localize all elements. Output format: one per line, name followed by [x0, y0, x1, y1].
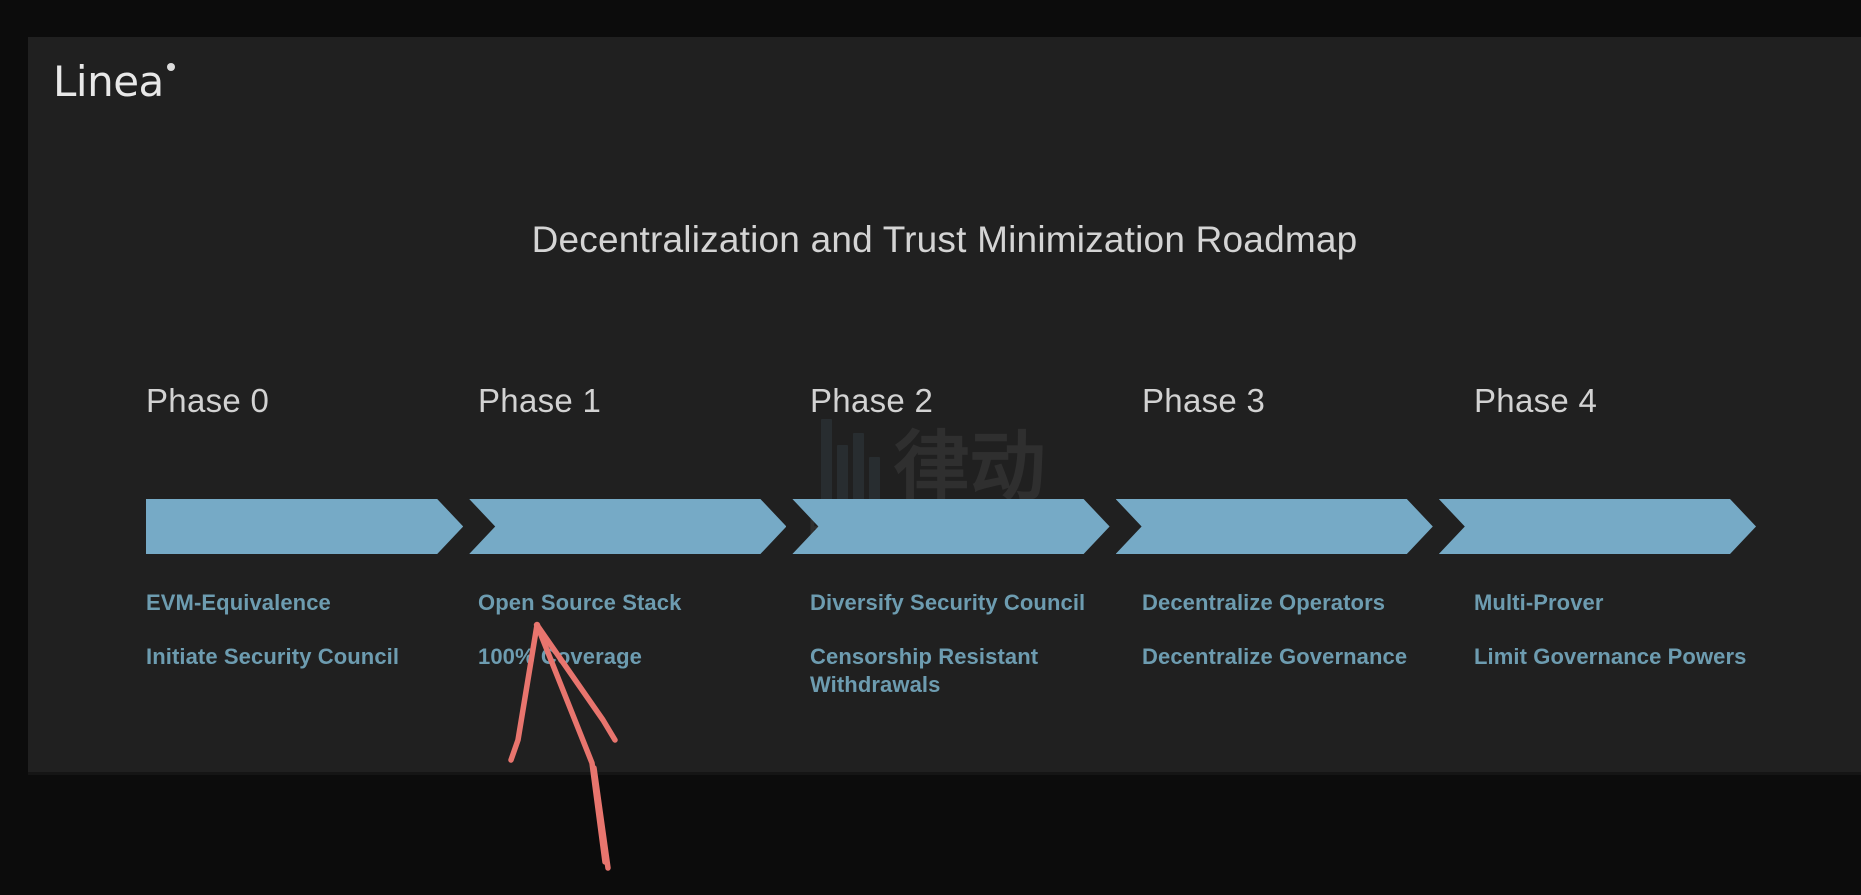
- page-title: Decentralization and Trust Minimization …: [531, 219, 1358, 260]
- phase-label-4: Phase 4: [1474, 382, 1598, 419]
- phase-chevron-track: [146, 499, 1756, 554]
- linea-logo-dot-icon: [166, 63, 175, 71]
- phase-item: Diversify Security Council: [810, 590, 1086, 615]
- roadmap-slide-card: Linea Decentralization and Trust Minimiz…: [28, 37, 1861, 775]
- phase-label-2: Phase 2: [810, 382, 934, 419]
- phase-item: Decentralize Governance: [1142, 644, 1408, 670]
- phase-column-4: Phase 4: [1444, 382, 1776, 420]
- phase-label-row: Phase 0 Phase 1 Phase 2 Phase 3 Phase 4: [116, 382, 1776, 420]
- phase-item: Multi-Prover: [1474, 590, 1604, 615]
- chevron-arrow-1: [469, 499, 786, 554]
- phase-column-1: Phase 1: [448, 382, 780, 420]
- phase-column-3: Phase 3: [1112, 382, 1444, 420]
- chevron-arrow-0: [146, 499, 463, 554]
- phase-item: EVM-Equivalence: [146, 590, 331, 615]
- phase-label-3: Phase 3: [1142, 382, 1266, 419]
- phase-item: Censorship Resistant Withdrawals: [810, 644, 1039, 698]
- watermark-bars-icon: [820, 417, 880, 503]
- phase-items-3: Decentralize Operators Decentralize Gove…: [1112, 589, 1444, 699]
- phase-items-2: Diversify Security Council Censorship Re…: [780, 589, 1112, 699]
- chevron-arrow-3: [1116, 499, 1433, 554]
- phase-item: 100% Coverage: [478, 644, 642, 670]
- linea-logo-text: Linea: [53, 57, 164, 106]
- chevron-arrow-4: [1439, 499, 1756, 554]
- phase-item: Initiate Security Council: [146, 644, 400, 670]
- screenshot-canvas: Linea Decentralization and Trust Minimiz…: [0, 0, 1861, 895]
- watermark-row: 律动: [820, 417, 1046, 511]
- phase-items-row: EVM-Equivalence Initiate Security Counci…: [116, 589, 1776, 699]
- linea-logo: Linea: [53, 61, 175, 103]
- phase-item: Decentralize Operators: [1142, 590, 1386, 615]
- phase-label-1: Phase 1: [478, 382, 602, 419]
- watermark-chinese-text: 律动: [893, 421, 1046, 511]
- phase-item: Limit Governance Powers: [1474, 644, 1747, 670]
- phase-column-2: Phase 2: [780, 382, 1112, 420]
- phase-items-1: Open Source Stack 100% Coverage: [448, 589, 780, 699]
- phase-column-0: Phase 0: [116, 382, 448, 420]
- phase-items-4: Multi-Prover Limit Governance Powers: [1444, 589, 1776, 699]
- chevron-arrow-2: [792, 499, 1109, 554]
- phase-items-0: EVM-Equivalence Initiate Security Counci…: [116, 589, 448, 699]
- phase-label-0: Phase 0: [146, 382, 270, 419]
- phase-item: Open Source Stack: [478, 590, 682, 615]
